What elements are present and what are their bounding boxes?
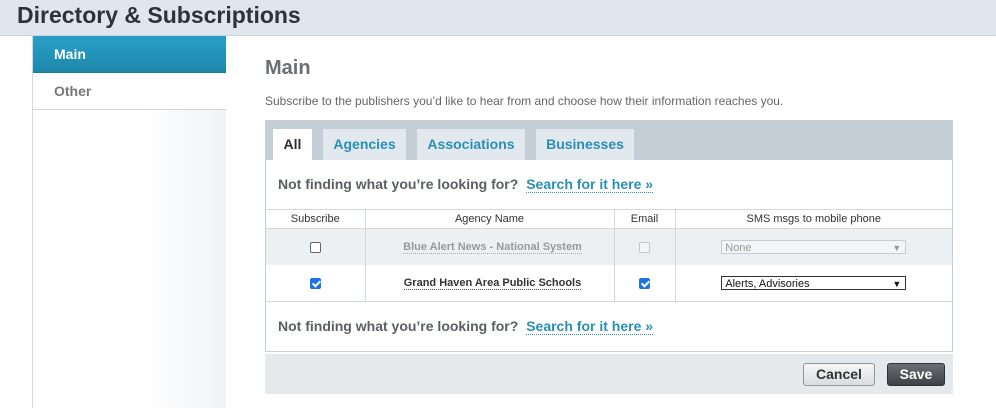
subscribe-cell [266,265,365,302]
column-header-email: Email [613,209,675,229]
subscriptions-panel: All Agencies Associations Businesses Not… [265,120,953,352]
subscribe-cell [266,228,365,265]
sms-select-value: Alerts, Advisories [725,278,810,290]
column-header-agency-name: Agency Name [364,209,614,229]
search-link-top[interactable]: Search for it here » [526,176,654,193]
page-title: Main [265,57,311,79]
tab-all[interactable]: All [273,129,312,160]
sms-select-value: None [725,242,752,254]
subscribe-checkbox[interactable] [309,241,321,253]
table-row: Grand Haven Area Public Schools Alerts, … [266,265,952,302]
top-bar: Directory & Subscriptions [0,0,996,36]
table-row: Blue Alert News - National System None ▼ [266,228,952,265]
sidebar-item-main[interactable]: Main [33,36,226,73]
email-cell [613,228,675,265]
agency-name-cell: Grand Haven Area Public Schools [364,265,614,302]
email-checkbox [639,241,650,253]
agency-name-link[interactable]: Blue Alert News - National System [403,241,582,254]
save-button[interactable]: Save [887,363,945,386]
tab-associations[interactable]: Associations [417,129,525,160]
app-title: Directory & Subscriptions [17,2,301,28]
sidebar: Main Other [32,36,226,408]
chevron-down-icon: ▼ [892,279,902,289]
not-finding-bottom: Not finding what you’re looking for? Sea… [266,302,952,351]
sms-cell: None ▼ [674,228,952,265]
search-link-bottom[interactable]: Search for it here » [526,318,654,335]
subscriptions-table: Subscribe Agency Name Email SMS msgs to … [266,209,952,302]
main-content: Main Subscribe to the publishers you’d l… [265,55,953,394]
not-finding-text: Not finding what you’re looking for? [278,176,519,192]
sms-cell: Alerts, Advisories ▼ [674,265,952,302]
agency-name-cell: Blue Alert News - National System [364,228,614,265]
column-header-sms: SMS msgs to mobile phone [674,209,952,229]
email-cell [613,265,675,302]
sms-select: None ▼ [721,240,907,254]
tab-businesses[interactable]: Businesses [536,129,634,160]
agency-name-link[interactable]: Grand Haven Area Public Schools [403,277,582,290]
email-checkbox[interactable] [639,277,650,289]
table-header-row: Subscribe Agency Name Email SMS msgs to … [266,209,952,229]
form-footer: Cancel Save [265,354,953,394]
not-finding-top: Not finding what you’re looking for? Sea… [266,160,952,209]
page-subtitle: Subscribe to the publishers you’d like t… [265,94,784,108]
tab-agencies[interactable]: Agencies [323,129,406,160]
subscribe-checkbox[interactable] [309,277,321,289]
tab-bar: All Agencies Associations Businesses [266,121,952,160]
column-header-subscribe: Subscribe [266,209,365,229]
not-finding-text: Not finding what you’re looking for? [278,318,519,334]
cancel-button[interactable]: Cancel [803,363,875,386]
sms-select[interactable]: Alerts, Advisories ▼ [721,276,907,290]
chevron-down-icon: ▼ [892,243,902,253]
sidebar-item-other[interactable]: Other [33,73,226,110]
